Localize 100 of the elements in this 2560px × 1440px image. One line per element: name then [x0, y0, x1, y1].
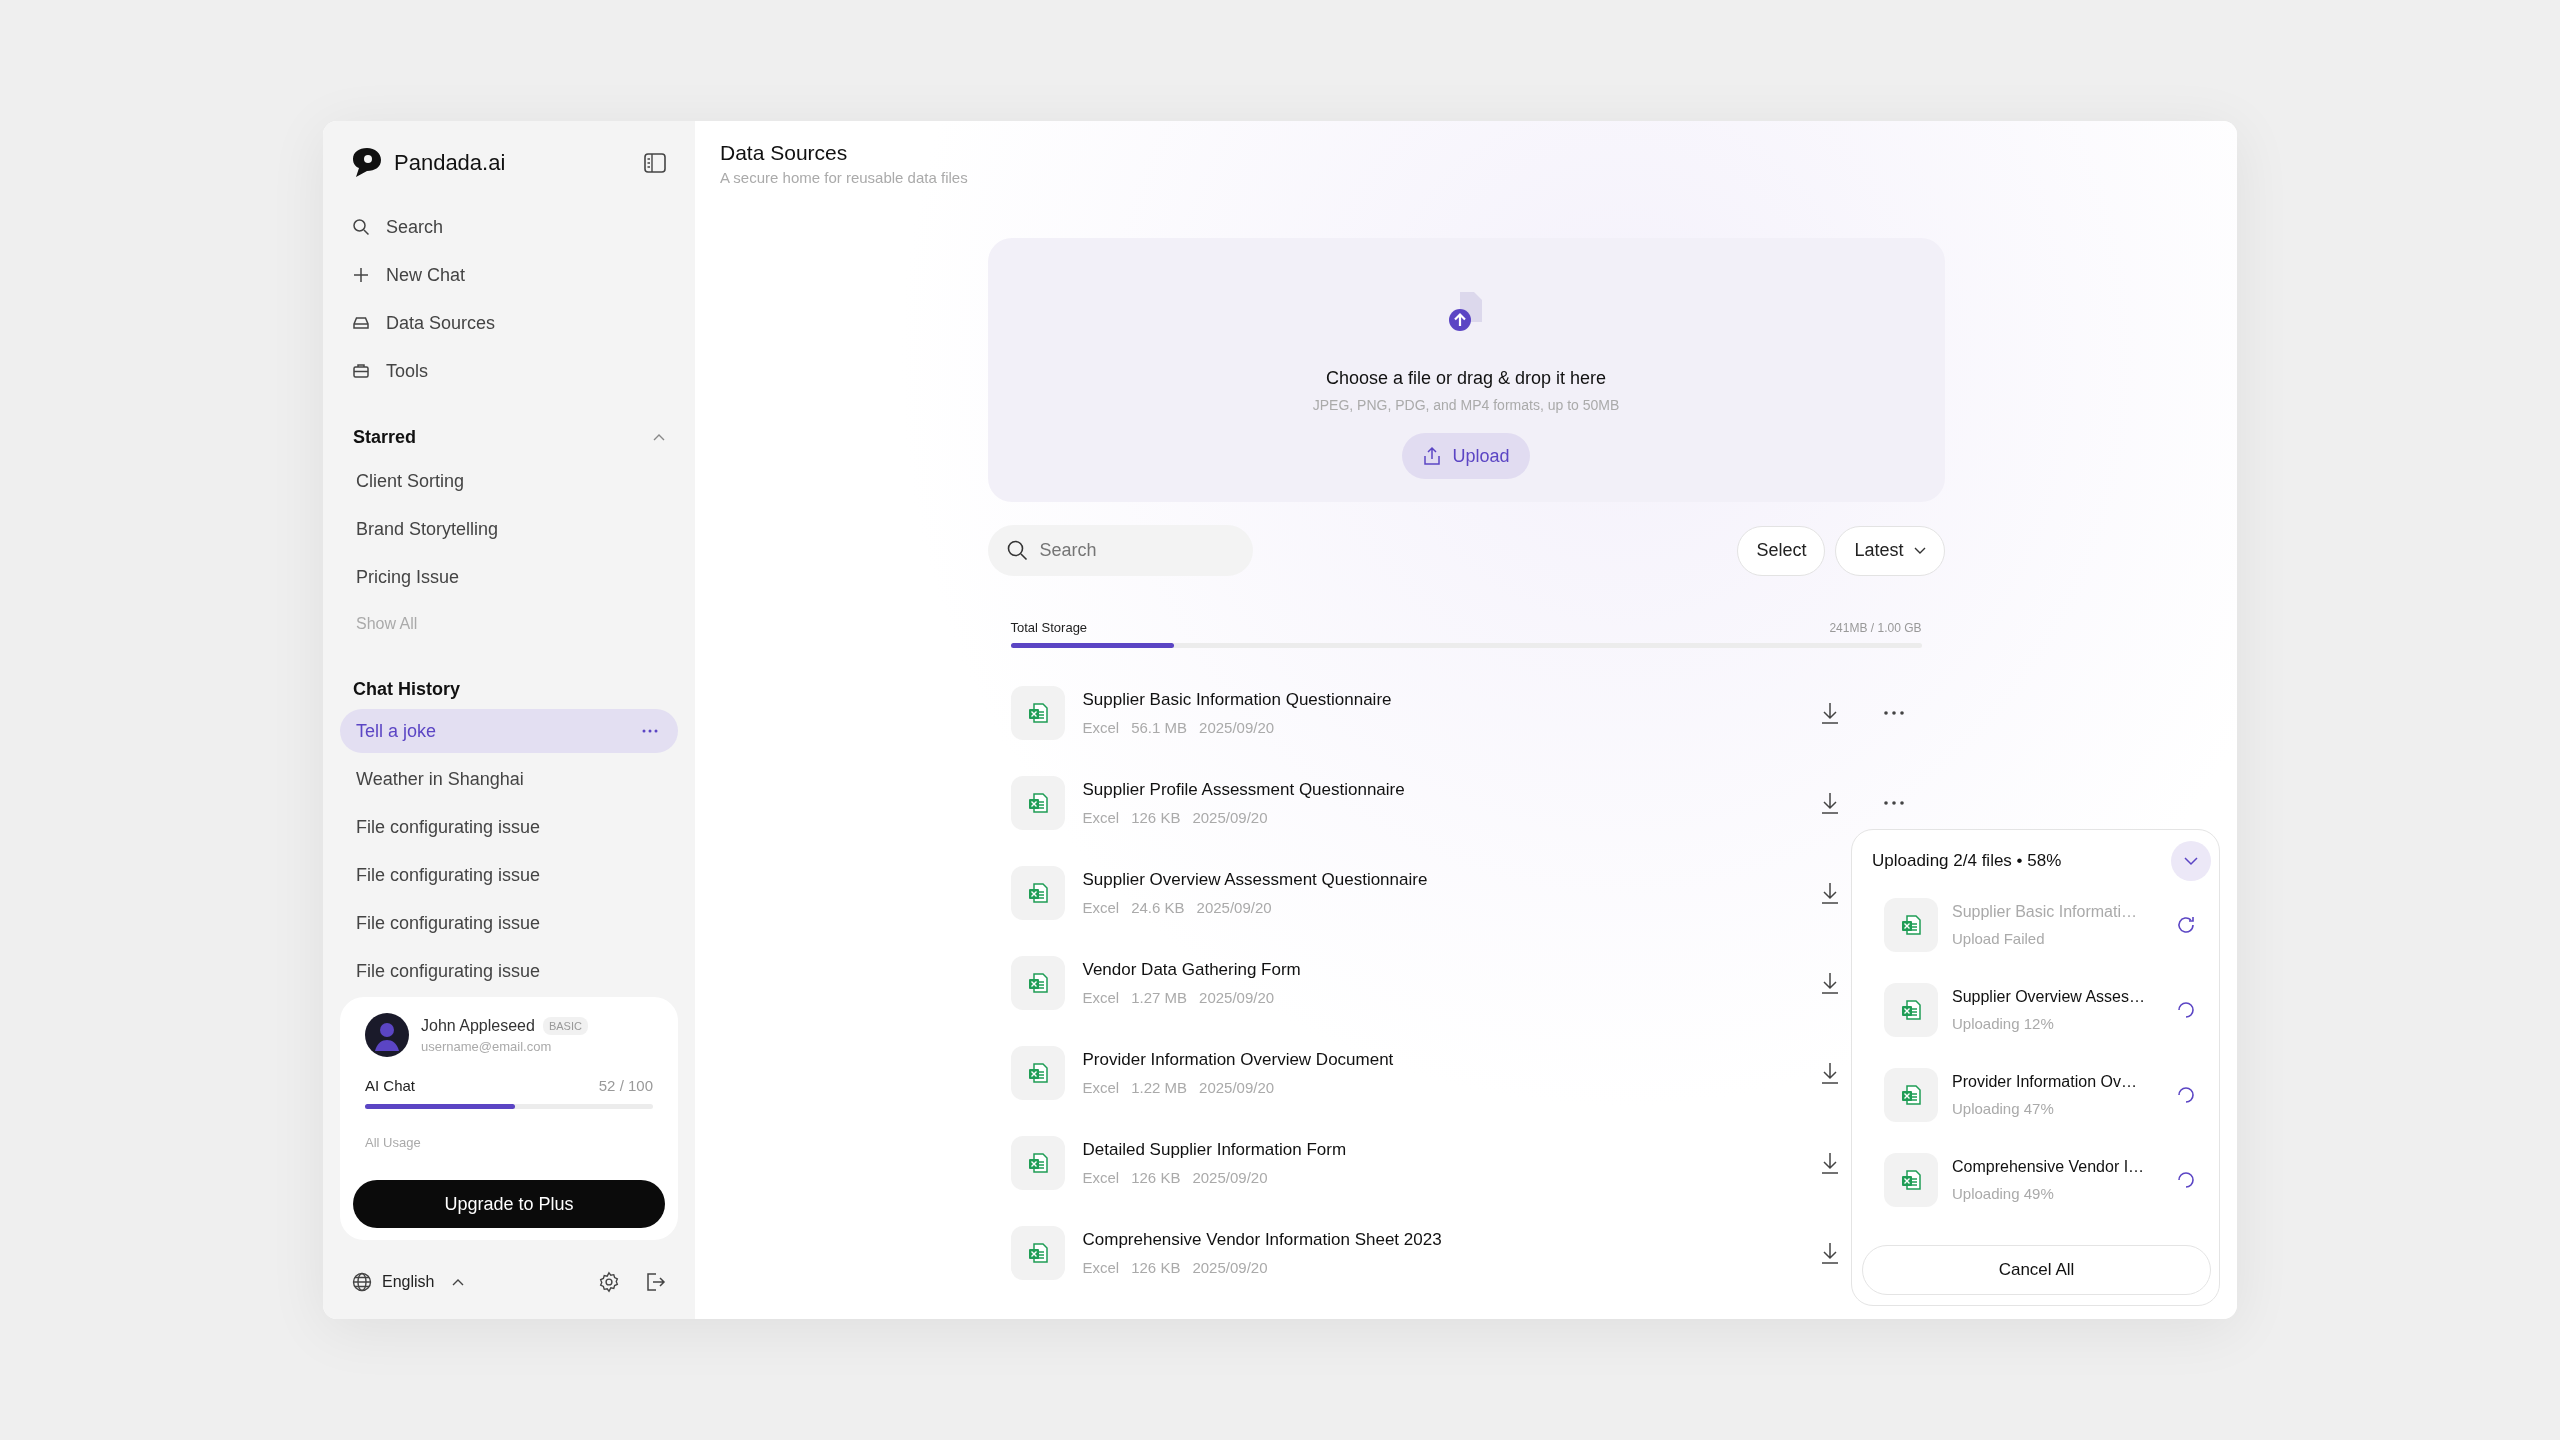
chat-history-item[interactable]: File configurating issue	[340, 853, 678, 897]
sidebar-toggle-icon[interactable]	[644, 153, 666, 173]
chevron-down-icon	[2183, 856, 2199, 866]
file-size: 24.6 KB	[1131, 899, 1185, 916]
chevron-up-icon[interactable]	[452, 1278, 465, 1286]
file-type: Excel	[1082, 1079, 1120, 1096]
chat-history-item[interactable]: File configurating issue	[340, 949, 678, 993]
search-icon	[1005, 539, 1028, 561]
download-icon[interactable]	[1819, 882, 1840, 904]
chat-history-item[interactable]: File configurating issue	[340, 805, 678, 849]
storage-label: Total Storage	[1010, 620, 1088, 635]
file-date: 2025/09/20	[1192, 1259, 1268, 1276]
search-icon	[352, 218, 370, 236]
upload-file-name: Comprehensive Vendor I…	[1952, 1157, 2145, 1176]
file-name[interactable]: Comprehensive Vendor Information Sheet 2023	[1082, 1230, 1442, 1250]
select-button[interactable]: Select	[1737, 525, 1826, 576]
upload-file-name: Supplier Basic Informati…	[1952, 902, 2137, 921]
section-title: Starred	[353, 426, 417, 448]
file-size: 126 KB	[1131, 809, 1181, 826]
chat-history-item[interactable]: File configurating issue	[340, 901, 678, 945]
nav-item[interactable]: Search	[340, 203, 678, 251]
file-name[interactable]: Supplier Overview Assessment Questionnaire	[1082, 870, 1428, 890]
download-icon[interactable]	[1819, 1062, 1840, 1084]
cancel-all-button[interactable]: Cancel All	[1862, 1245, 2211, 1295]
upload-status: Uploading 12%	[1952, 1014, 2055, 1032]
spreadsheet-icon	[1899, 912, 1923, 937]
collapse-button[interactable]	[2171, 841, 2211, 881]
file-date: 2025/09/20	[1199, 719, 1275, 736]
spreadsheet-icon	[1899, 1167, 1923, 1192]
file-date: 2025/09/20	[1199, 1079, 1275, 1096]
file-date: 2025/09/20	[1199, 989, 1275, 1006]
more-icon[interactable]	[1883, 711, 1904, 715]
avatar-icon	[365, 1013, 409, 1057]
file-name[interactable]: Supplier Basic Information Questionnaire	[1082, 690, 1392, 710]
section-title: Chat History	[353, 678, 460, 700]
brand-name: Pandada.ai	[394, 150, 506, 176]
file-name[interactable]: Provider Information Overview Document	[1082, 1050, 1394, 1070]
upload-status: Uploading 49%	[1952, 1184, 2055, 1202]
upload-file-name: Supplier Overview Asses…	[1952, 987, 2145, 1006]
nav-item[interactable]: Data Sources	[340, 299, 678, 347]
spreadsheet-icon	[1899, 1082, 1923, 1107]
file-size: 1.22 MB	[1131, 1079, 1188, 1096]
file-type: Excel	[1082, 719, 1120, 736]
file-name[interactable]: Vendor Data Gathering Form	[1082, 960, 1301, 980]
upgrade-button[interactable]: Upgrade to Plus	[353, 1180, 665, 1228]
more-icon[interactable]	[1883, 801, 1904, 805]
upload-file-name: Provider Information Ov…	[1952, 1072, 2137, 1091]
file-size: 126 KB	[1131, 1259, 1181, 1276]
starred-item[interactable]: Brand Storytelling	[340, 505, 678, 553]
download-icon[interactable]	[1819, 1152, 1840, 1174]
drop-zone-title: Choose a file or drag & drop it here	[1325, 368, 1607, 389]
file-date: 2025/09/20	[1192, 1169, 1268, 1186]
file-type: Excel	[1082, 989, 1120, 1006]
file-type: Excel	[1082, 1169, 1120, 1186]
upload-button[interactable]: Upload	[1402, 433, 1530, 479]
page-subtitle: A secure home for reusable data files	[720, 169, 969, 186]
plus-icon	[352, 266, 370, 284]
chat-history-item[interactable]: Weather in Shanghai	[340, 757, 678, 801]
chat-history-item[interactable]: Tell a joke	[340, 709, 678, 753]
user-name: John Appleseed	[421, 1016, 535, 1035]
upload-panel-title: Uploading 2/4 files • 58%	[1872, 851, 2062, 871]
nav-item[interactable]: Tools	[340, 347, 678, 395]
drive-icon	[352, 314, 370, 332]
file-type: Excel	[1082, 899, 1120, 916]
usage-label: AI Chat	[365, 1077, 416, 1094]
upload-icon	[1422, 446, 1443, 466]
logo-icon	[352, 147, 382, 179]
file-type: Excel	[1082, 1259, 1120, 1276]
starred-item[interactable]: Client Sorting	[340, 457, 678, 505]
storage-reading: 241MB / 1.00 GB	[1829, 620, 1922, 635]
nav-item[interactable]: New Chat	[340, 251, 678, 299]
upload-status: Upload Failed	[1952, 929, 2046, 947]
file-date: 2025/09/20	[1192, 809, 1268, 826]
file-name[interactable]: Supplier Profile Assessment Questionnaire	[1082, 780, 1405, 800]
plan-badge: BASIC	[542, 1016, 588, 1035]
file-type: Excel	[1082, 809, 1120, 826]
file-size: 126 KB	[1131, 1169, 1181, 1186]
chevron-down-icon	[1913, 546, 1926, 555]
globe-icon	[352, 1272, 372, 1292]
toolbox-icon	[352, 362, 370, 380]
spreadsheet-icon	[1899, 997, 1923, 1022]
download-icon[interactable]	[1819, 792, 1840, 814]
page-title: Data Sources	[720, 141, 849, 165]
drop-zone[interactable]: Choose a file or drag & drop it here JPEG, PNG, PDG, and MP4 formats, up to 50MB Upload	[987, 238, 1945, 502]
search-field[interactable]: Search	[987, 525, 1253, 576]
download-icon[interactable]	[1819, 1242, 1840, 1264]
drop-zone-hint: JPEG, PNG, PDG, and MP4 formats, up to 50MB	[1312, 397, 1620, 413]
sort-dropdown[interactable]: Latest	[1835, 525, 1945, 576]
language-selector[interactable]: English	[382, 1273, 435, 1291]
settings-icon[interactable]	[598, 1271, 620, 1293]
chevron-icon[interactable]	[652, 432, 666, 442]
starred-item[interactable]: Pricing Issue	[340, 553, 678, 601]
file-name[interactable]: Detailed Supplier Information Form	[1082, 1140, 1347, 1160]
more-icon[interactable]	[642, 729, 658, 733]
file-size: 56.1 MB	[1131, 719, 1188, 736]
user-email: username@email.com	[421, 1038, 553, 1054]
download-icon[interactable]	[1819, 702, 1840, 724]
upload-status: Uploading 47%	[1952, 1099, 2055, 1117]
download-icon[interactable]	[1819, 972, 1840, 994]
logout-icon[interactable]	[644, 1271, 666, 1293]
